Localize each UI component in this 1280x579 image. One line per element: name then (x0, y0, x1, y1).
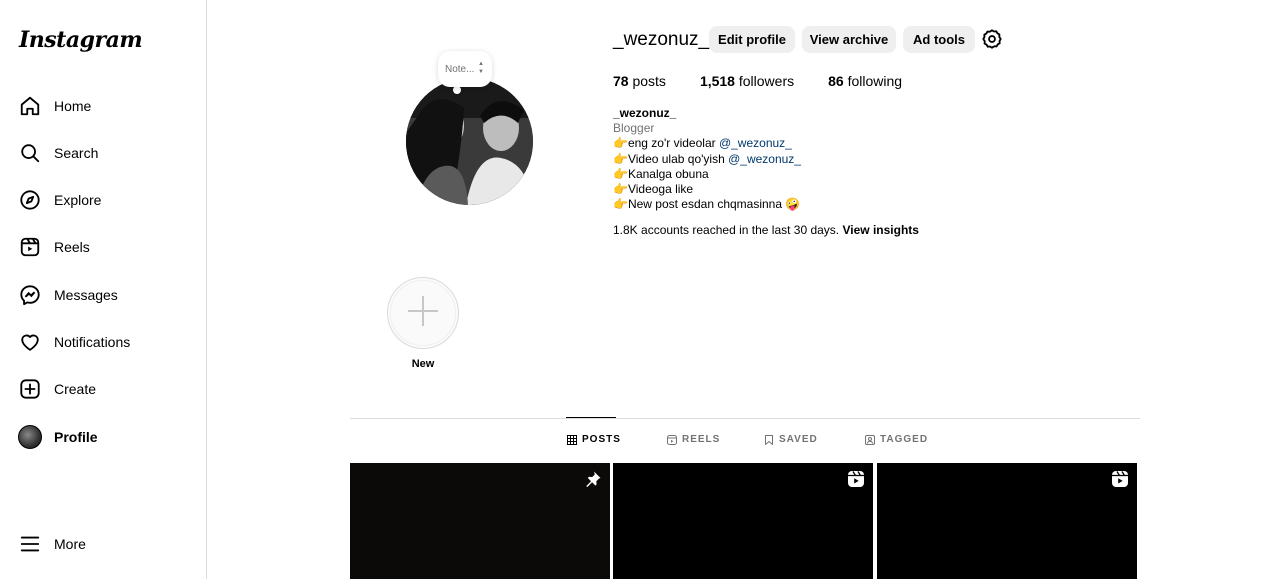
profile-username: _wezonuz_ (613, 29, 710, 50)
insights-text: 1.8K accounts reached in the last 30 day… (613, 223, 843, 237)
bio-name: _wezonuz_ (613, 106, 677, 120)
bio-mention-2[interactable]: @_wezonuz_ (728, 152, 801, 166)
view-insights-link[interactable]: View insights (842, 223, 918, 237)
bio-line-2-text: 👉Video ulab qo'yish (613, 151, 729, 166)
nav-explore-label: Explore (54, 192, 102, 208)
messenger-icon (18, 283, 42, 307)
nav-notifications[interactable]: Notifications (18, 327, 130, 357)
bio-line-2: 👉Video ulab qo'yish @_wezonuz_ (613, 152, 801, 167)
tab-reels-label: REELS (682, 434, 721, 445)
nav-home-label: Home (54, 98, 92, 114)
insights-line: 1.8K accounts reached in the last 30 day… (613, 223, 919, 237)
nav-profile[interactable]: Profile (18, 422, 98, 452)
plus-icon (406, 294, 440, 333)
profile-bio: _wezonuz_ Blogger 👉eng zo'r videolar @_w… (613, 106, 801, 212)
edit-profile-button[interactable]: Edit profile (709, 26, 795, 53)
profile-picture[interactable] (406, 78, 533, 205)
tab-posts-label: POSTS (582, 434, 621, 445)
following-label: following (847, 73, 903, 89)
followers-count: 1,518 (699, 73, 735, 89)
compass-icon (18, 188, 42, 212)
heart-icon (18, 330, 42, 354)
new-highlight-label: New (411, 358, 435, 370)
bio-line-1-text: 👉eng zo'r videolar (613, 136, 719, 151)
note-stepper-icon: ▲ ▼ (478, 61, 484, 75)
tab-tagged[interactable]: TAGGED (865, 434, 928, 445)
view-archive-button[interactable]: View archive (802, 26, 896, 53)
followers-stat[interactable]: 1,518 followers (700, 73, 794, 89)
post-tile[interactable] (613, 463, 873, 579)
reel-icon (1111, 470, 1129, 488)
bio-line-4: 👉Videoga like (613, 182, 694, 197)
nav-explore[interactable]: Explore (18, 185, 101, 215)
posts-count: 78 (613, 73, 629, 89)
posts-stat: 78 posts (613, 73, 666, 89)
tabs-divider (350, 418, 1140, 419)
bio-line-3: 👉Kanalga obuna (613, 166, 709, 181)
search-icon (18, 141, 42, 165)
posts-label: posts (632, 73, 666, 89)
ad-tools-button[interactable]: Ad tools (903, 26, 975, 53)
following-stat[interactable]: 86 following (828, 73, 902, 89)
plus-square-icon (18, 377, 42, 401)
nav-notifications-label: Notifications (54, 334, 131, 350)
note-tail (453, 86, 461, 94)
reels-icon (18, 235, 42, 259)
tab-saved-label: SAVED (779, 434, 818, 445)
settings-gear-icon[interactable] (981, 28, 1003, 50)
nav-reels-label: Reels (54, 239, 90, 255)
reels-icon (667, 434, 677, 445)
nav-more-label: More (54, 536, 86, 552)
note-placeholder: Note... (445, 63, 475, 75)
tab-posts[interactable]: POSTS (567, 434, 621, 445)
nav-create[interactable]: Create (18, 374, 96, 404)
tab-saved[interactable]: SAVED (764, 434, 818, 445)
bio-mention-1[interactable]: @_wezonuz_ (719, 136, 792, 150)
new-highlight-button[interactable] (387, 277, 459, 349)
nav-home[interactable]: Home (18, 91, 91, 121)
nav-profile-label: Profile (54, 429, 98, 445)
post-tile[interactable] (350, 463, 610, 579)
bookmark-icon (764, 434, 774, 445)
nav-messages[interactable]: Messages (18, 280, 118, 310)
bio-category: Blogger (613, 121, 655, 136)
nav-more[interactable]: More (18, 529, 86, 559)
home-icon (18, 94, 42, 118)
tag-user-icon (865, 434, 875, 445)
tab-reels[interactable]: REELS (667, 434, 720, 445)
sidebar: Instagram Home Search Explore Reels Mess… (0, 0, 207, 579)
reel-icon (847, 470, 865, 488)
bio-line-5: 👉New post esdan chqmasinna 🤪 (613, 197, 801, 212)
followers-label: followers (738, 73, 795, 89)
instagram-logo[interactable]: Instagram (19, 27, 143, 53)
grid-icon (567, 434, 577, 445)
avatar (18, 425, 42, 449)
tab-tagged-label: TAGGED (880, 434, 929, 445)
hamburger-icon (18, 532, 42, 556)
active-tab-indicator (566, 417, 616, 418)
nav-search-label: Search (54, 145, 99, 161)
profile-stats: 78 posts 1,518 followers 86 following (613, 73, 936, 89)
pin-icon (584, 470, 602, 488)
nav-search[interactable]: Search (18, 138, 98, 168)
bio-line-1: 👉eng zo'r videolar @_wezonuz_ (613, 136, 801, 151)
nav-messages-label: Messages (54, 287, 118, 303)
following-count: 86 (828, 73, 844, 89)
post-tile[interactable] (877, 463, 1137, 579)
nav-create-label: Create (54, 381, 97, 397)
note-bubble[interactable]: Note... ▲ ▼ (438, 51, 492, 87)
nav-reels[interactable]: Reels (18, 232, 90, 262)
